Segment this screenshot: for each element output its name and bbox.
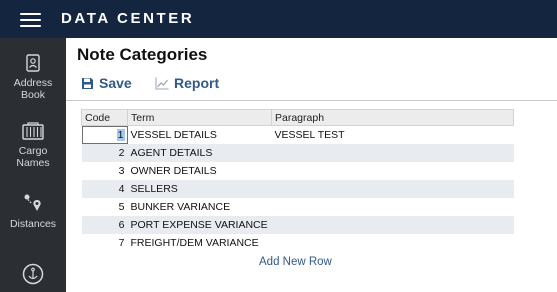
sidebar-item-anchor[interactable] bbox=[0, 263, 66, 290]
code-cell[interactable]: 1 bbox=[81, 125, 128, 144]
column-header-term[interactable]: Term bbox=[127, 109, 272, 126]
grid-header-row: Code Term Paragraph bbox=[81, 109, 514, 126]
column-header-code[interactable]: Code bbox=[81, 109, 128, 126]
paragraph-cell[interactable] bbox=[272, 234, 514, 252]
paragraph-cell[interactable] bbox=[271, 179, 514, 198]
term-cell[interactable]: FREIGHT/DEM VARIANCE bbox=[128, 234, 272, 252]
cargo-icon bbox=[22, 122, 44, 140]
paragraph-cell[interactable] bbox=[271, 215, 514, 234]
table-row[interactable]: 6 PORT EXPENSE VARIANCE bbox=[81, 215, 514, 234]
app-title: DATA CENTER bbox=[61, 10, 195, 27]
term-cell[interactable]: AGENT DETAILS bbox=[127, 143, 272, 162]
term-cell[interactable]: BUNKER VARIANCE bbox=[128, 198, 272, 216]
code-cell[interactable]: 2 bbox=[81, 143, 128, 162]
paragraph-cell[interactable]: VESSEL TEST bbox=[272, 126, 514, 144]
report-button[interactable]: Report bbox=[155, 75, 219, 91]
sidebar-item-address-book[interactable]: Address Book bbox=[0, 54, 66, 101]
chart-icon bbox=[155, 77, 169, 89]
code-cell[interactable]: 6 bbox=[81, 215, 128, 234]
sidebar-item-cargo-names[interactable]: Cargo Names bbox=[0, 122, 66, 169]
paragraph-cell[interactable] bbox=[272, 198, 514, 216]
hamburger-menu-icon[interactable] bbox=[20, 11, 41, 27]
column-header-paragraph[interactable]: Paragraph bbox=[271, 109, 514, 126]
term-cell[interactable]: SELLERS bbox=[127, 179, 272, 198]
top-bar: DATA CENTER bbox=[0, 0, 557, 38]
sidebar: Address Book Cargo Names Distances bbox=[0, 38, 66, 292]
save-button-label: Save bbox=[99, 75, 132, 91]
note-categories-grid: Code Term Paragraph 1 VESSEL DETAILS VES… bbox=[81, 109, 514, 252]
anchor-icon bbox=[22, 263, 44, 285]
code-cell[interactable]: 7 bbox=[82, 234, 128, 252]
distances-icon bbox=[24, 194, 41, 211]
sidebar-item-distances[interactable]: Distances bbox=[0, 193, 66, 230]
add-new-row-link[interactable]: Add New Row bbox=[259, 256, 332, 268]
table-row[interactable]: 3 OWNER DETAILS bbox=[82, 162, 514, 180]
paragraph-cell[interactable] bbox=[271, 143, 514, 162]
term-cell[interactable]: PORT EXPENSE VARIANCE bbox=[127, 215, 272, 234]
term-cell[interactable]: VESSEL DETAILS bbox=[128, 126, 272, 144]
sidebar-item-label: Cargo Names bbox=[16, 145, 50, 169]
table-row[interactable]: 1 VESSEL DETAILS VESSEL TEST bbox=[81, 125, 514, 144]
code-cell[interactable]: 5 bbox=[82, 198, 128, 216]
table-row[interactable]: 2 AGENT DETAILS bbox=[81, 143, 514, 162]
paragraph-cell[interactable] bbox=[272, 162, 514, 180]
address-book-icon bbox=[26, 54, 40, 72]
save-icon bbox=[82, 77, 93, 89]
main-content: Note Categories Save Report Code Term Pa… bbox=[66, 38, 557, 292]
table-row[interactable]: 7 FREIGHT/DEM VARIANCE bbox=[82, 234, 514, 252]
page-title: Note Categories bbox=[77, 45, 208, 64]
sidebar-item-label: Distances bbox=[9, 218, 57, 230]
code-cell[interactable]: 4 bbox=[81, 179, 128, 198]
term-cell[interactable]: OWNER DETAILS bbox=[128, 162, 272, 180]
toolbar-divider bbox=[66, 100, 557, 101]
sidebar-item-label: Address Book bbox=[13, 77, 53, 101]
save-button[interactable]: Save bbox=[81, 75, 132, 91]
code-cell[interactable]: 3 bbox=[82, 162, 128, 180]
report-button-label: Report bbox=[174, 75, 220, 91]
table-row[interactable]: 4 SELLERS bbox=[81, 179, 514, 198]
table-row[interactable]: 5 BUNKER VARIANCE bbox=[82, 198, 514, 216]
